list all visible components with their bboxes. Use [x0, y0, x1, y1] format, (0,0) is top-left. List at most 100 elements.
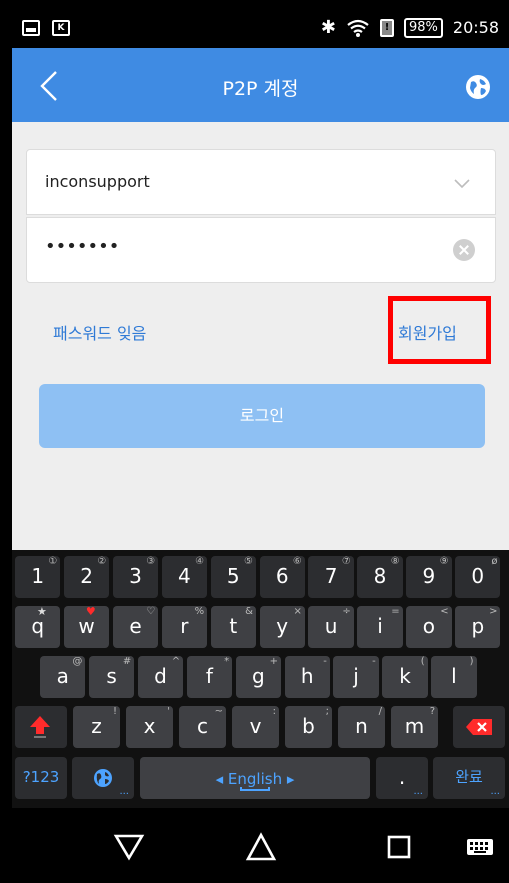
key-label: g	[251, 664, 265, 688]
key-m[interactable]: m?	[391, 706, 438, 748]
key-4[interactable]: 4④	[161, 556, 208, 598]
key-secondary-label: =	[391, 606, 400, 617]
key-k[interactable]: k(	[382, 656, 428, 698]
signup-link[interactable]: 회원가입	[398, 320, 457, 344]
key-secondary-label: <	[440, 606, 449, 617]
key-z[interactable]: z!	[73, 706, 120, 748]
key-secondary-label: )	[469, 656, 474, 667]
key-e[interactable]: e ♡	[112, 606, 159, 648]
key-6[interactable]: 6⑥	[259, 556, 305, 598]
key-label: 8	[373, 564, 387, 588]
key-i[interactable]: i =	[357, 606, 403, 648]
key-secondary-label: ⑤	[244, 556, 253, 567]
key-label: v	[249, 714, 262, 738]
key-secondary-label: ~	[214, 706, 223, 717]
username-input[interactable]: inconsupport	[45, 172, 150, 191]
chevron-down-icon[interactable]	[453, 174, 471, 192]
key-n[interactable]: n /	[338, 706, 385, 748]
key-w[interactable]: w ♥	[63, 605, 110, 648]
key-secondary-label: /	[378, 706, 382, 717]
recent-apps-icon[interactable]	[382, 830, 416, 864]
key-r[interactable]: r%	[161, 606, 208, 648]
key-h[interactable]: h-	[284, 656, 330, 698]
key-9[interactable]: 9⑨	[406, 556, 452, 598]
key-u[interactable]: u ÷	[308, 606, 354, 648]
app-bar: P2P 계정	[12, 48, 509, 122]
key-q[interactable]: q ★	[15, 605, 61, 648]
password-field[interactable]: •••••••	[26, 217, 496, 283]
key-secondary-label: ;	[325, 706, 329, 717]
key-7[interactable]: 7⑦	[308, 556, 354, 598]
key-label: 2	[80, 564, 93, 588]
key-label: a	[56, 664, 69, 688]
key-x[interactable]: x '	[126, 706, 173, 748]
symbols-key-label: ?123	[22, 768, 60, 786]
key-secondary-label: >	[489, 606, 498, 617]
key-label: x	[143, 714, 156, 738]
star-icon: ★	[37, 605, 47, 618]
status-bar: K ✱ ! 98% 20:58	[12, 10, 509, 48]
key-v[interactable]: v:	[232, 706, 279, 748]
key-label: m	[404, 714, 425, 738]
key-l[interactable]: l)	[431, 656, 477, 698]
key-o[interactable]: o <	[406, 606, 452, 648]
key-label: k	[399, 664, 411, 688]
shift-key[interactable]	[15, 706, 67, 748]
home-icon[interactable]	[244, 830, 278, 864]
key-label: e	[129, 614, 142, 638]
key-secondary-label: ①	[48, 556, 58, 567]
keyboard-icon[interactable]	[466, 830, 500, 864]
key-label: p	[471, 614, 485, 638]
key-f[interactable]: f *	[186, 656, 233, 698]
key-2[interactable]: 2②	[63, 556, 110, 598]
backspace-key[interactable]	[453, 706, 505, 748]
forgot-password-link[interactable]: 패스워드 잊음	[53, 320, 146, 344]
username-field[interactable]: inconsupport	[26, 149, 496, 215]
key-secondary-label: -	[372, 656, 376, 667]
key-label: 7	[324, 564, 338, 588]
period-key-label: .	[398, 765, 406, 789]
key-label: d	[154, 664, 167, 688]
key-label: r	[180, 614, 189, 638]
key-label: h	[300, 664, 314, 688]
key-secondary-label: !	[112, 706, 117, 717]
done-key[interactable]: 완료 ...	[433, 757, 505, 799]
key-secondary-label: (	[420, 656, 425, 667]
symbols-key[interactable]: ?123	[15, 757, 67, 799]
period-key[interactable]: . ...	[376, 757, 428, 799]
key-a[interactable]: a @	[40, 656, 86, 698]
key-b[interactable]: b;	[285, 706, 332, 748]
key-secondary-label: #	[122, 656, 132, 667]
login-button[interactable]: 로그인	[39, 384, 485, 448]
space-key[interactable]: ◂ English ▸	[140, 757, 370, 799]
back-triangle-icon[interactable]	[112, 830, 146, 864]
heart-icon: ♥	[85, 605, 96, 618]
key-8[interactable]: 8⑧	[357, 556, 403, 598]
key-secondary-label: ÷	[342, 606, 351, 617]
key-y[interactable]: y ×	[259, 606, 305, 648]
key-secondary-label: ⑨	[439, 556, 449, 567]
globe-icon[interactable]	[465, 74, 491, 100]
key-j[interactable]: j-	[333, 656, 379, 698]
clear-icon[interactable]	[453, 239, 475, 261]
key-label: s	[106, 664, 117, 688]
key-g[interactable]: g +	[235, 656, 281, 698]
space-key-label: ◂ English ▸	[215, 770, 295, 788]
password-input[interactable]: •••••••	[45, 236, 119, 257]
key-p[interactable]: p >	[455, 606, 501, 648]
key-secondary-label: '	[167, 706, 170, 717]
key-secondary-label: ④	[195, 556, 205, 567]
key-secondary-label: ②	[97, 556, 107, 567]
key-0[interactable]: 0ø	[455, 556, 501, 598]
key-secondary-label: ^	[171, 656, 181, 667]
key-label: b	[302, 714, 315, 738]
key-c[interactable]: c ~	[179, 706, 226, 748]
key-t[interactable]: t &	[210, 606, 256, 648]
key-d[interactable]: d ^	[137, 656, 184, 698]
key-3[interactable]: 3③	[112, 556, 159, 598]
key-5[interactable]: 5⑤	[210, 556, 256, 598]
language-key[interactable]: ...	[72, 757, 134, 799]
key-1[interactable]: 1①	[15, 556, 61, 598]
key-s[interactable]: s #	[88, 656, 135, 698]
app-notification-icon: K	[52, 20, 70, 36]
